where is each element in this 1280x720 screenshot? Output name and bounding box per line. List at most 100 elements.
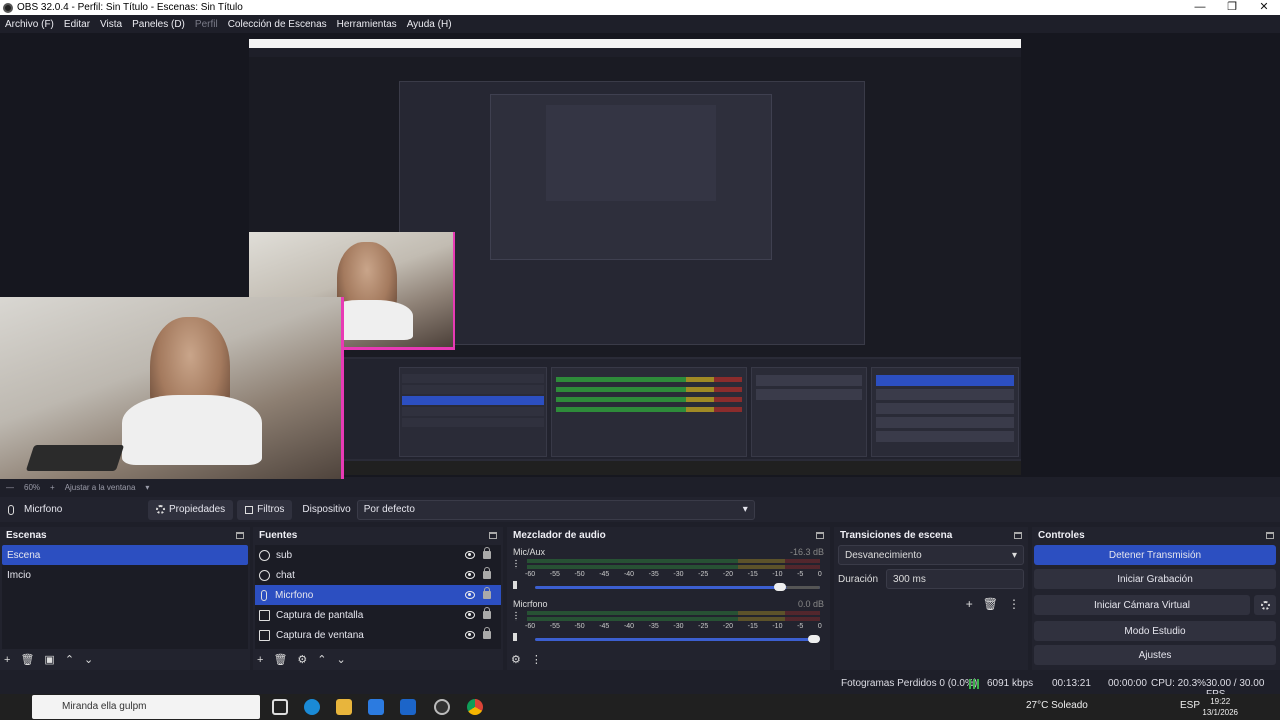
nested-obs-panels xyxy=(249,359,1021,459)
move-scene-down-button[interactable]: ⌄ xyxy=(84,653,93,666)
start-recording-button[interactable]: Iniciar Grabación xyxy=(1034,569,1276,589)
lock-icon[interactable] xyxy=(483,547,491,559)
file-explorer-icon[interactable] xyxy=(336,699,352,715)
selected-source: Micrfono xyxy=(8,504,148,515)
settings-button[interactable]: Ajustes xyxy=(1034,645,1276,665)
add-transition-button[interactable]: + xyxy=(966,597,973,611)
menu-perfil[interactable]: Perfil xyxy=(195,19,218,30)
source-item-sub[interactable]: sub xyxy=(255,545,501,565)
filters-button[interactable]: Filtros xyxy=(237,499,293,520)
channel-menu-icon[interactable] xyxy=(515,559,517,569)
source-label: chat xyxy=(276,569,295,581)
float-dock-icon[interactable] xyxy=(236,531,244,539)
device-select[interactable]: Por defecto ▾ xyxy=(356,499,755,520)
menu-paneles[interactable]: Paneles (D) xyxy=(132,19,185,30)
menu-coleccion-escenas[interactable]: Colección de Escenas xyxy=(228,19,327,30)
source-item-micrfono[interactable]: Micrfono xyxy=(255,585,501,605)
source-item-chat[interactable]: chat xyxy=(255,565,501,585)
volume-slider[interactable] xyxy=(535,583,820,591)
mail-icon[interactable] xyxy=(400,699,416,715)
source-label: sub xyxy=(276,549,293,561)
chrome-icon[interactable] xyxy=(467,699,483,715)
fit-window-button[interactable]: Ajustar a la ventana xyxy=(65,483,136,492)
move-source-up-button[interactable]: ⌃ xyxy=(317,653,326,666)
move-source-down-button[interactable]: ⌄ xyxy=(337,653,346,666)
source-toolbar: Micrfono Propiedades Filtros Dispositivo… xyxy=(0,497,1280,522)
speaker-icon[interactable] xyxy=(513,633,521,641)
add-source-button[interactable]: + xyxy=(257,654,263,666)
lock-icon[interactable] xyxy=(483,627,491,639)
scenes-dock: Escenas Escena Imcio + 🗑 ▣ ⌃ ⌄ xyxy=(0,527,250,670)
clock-time: 19:22 xyxy=(1210,697,1231,706)
chevron-down-icon[interactable]: ▾ xyxy=(145,483,149,492)
source-item-captura-pantalla[interactable]: Captura de pantalla xyxy=(255,605,501,625)
sources-toolbar: + 🗑 ⚙ ⌃ ⌄ xyxy=(257,653,356,667)
taskbar-search[interactable]: Miranda ella gulpm xyxy=(32,695,260,719)
eye-icon[interactable] xyxy=(465,631,475,639)
properties-button[interactable]: Propiedades xyxy=(148,499,234,520)
add-scene-button[interactable]: + xyxy=(4,654,10,666)
taskbar-clock[interactable]: 19:22 13/1/2026 xyxy=(1202,696,1238,718)
nested-taskbar xyxy=(249,461,1021,475)
channel-name: Mic/Aux xyxy=(513,547,546,557)
mixer-menu-button[interactable]: ⋮ xyxy=(531,653,542,666)
stop-streaming-button[interactable]: Detener Transmisión xyxy=(1034,545,1276,565)
sources-dock: Fuentes sub chat Micrfono Captura de pan… xyxy=(253,527,503,670)
start-virtual-camera-button[interactable]: Iniciar Cámara Virtual xyxy=(1034,595,1250,615)
scene-filters-button[interactable]: ▣ xyxy=(44,653,54,666)
remove-transition-button[interactable]: 🗑 xyxy=(983,597,998,611)
menu-editar[interactable]: Editar xyxy=(64,19,90,30)
lock-icon[interactable] xyxy=(483,607,491,619)
eye-icon[interactable] xyxy=(465,571,475,579)
channel-menu-icon[interactable] xyxy=(515,611,517,621)
preview-toolbar: — 60% + Ajustar a la ventana ▾ xyxy=(0,479,1280,495)
studio-mode-button[interactable]: Modo Estudio xyxy=(1034,621,1276,641)
menu-archivo[interactable]: Archivo (F) xyxy=(5,19,54,30)
float-dock-icon[interactable] xyxy=(816,531,824,539)
volume-slider[interactable] xyxy=(535,635,820,643)
menu-herramientas[interactable]: Herramientas xyxy=(337,19,397,30)
minimize-button[interactable]: — xyxy=(1184,0,1216,15)
webcam-overlay-main[interactable] xyxy=(0,297,344,491)
store-icon[interactable] xyxy=(368,699,384,715)
move-scene-up-button[interactable]: ⌃ xyxy=(65,653,74,666)
close-button[interactable]: ✕ xyxy=(1248,0,1280,15)
float-dock-icon[interactable] xyxy=(1266,531,1274,539)
sources-list: sub chat Micrfono Captura de pantalla Ca… xyxy=(255,545,501,649)
menu-ayuda[interactable]: Ayuda (H) xyxy=(407,19,452,30)
duration-input[interactable]: 300 ms xyxy=(886,569,1024,589)
obs-taskbar-icon[interactable] xyxy=(434,699,450,715)
scene-item-escena[interactable]: Escena xyxy=(2,545,248,565)
preview-area[interactable] xyxy=(0,33,1280,491)
float-dock-icon[interactable] xyxy=(489,531,497,539)
scenes-title: Escenas xyxy=(6,529,47,541)
speaker-icon[interactable] xyxy=(513,581,521,589)
db-scale: -60 -55 -50 -45 -40 -35 -30 -25 -20 -15 -10 -5 0 xyxy=(525,623,822,630)
task-view-icon[interactable] xyxy=(272,699,288,715)
menu-vista[interactable]: Vista xyxy=(100,19,122,30)
lock-icon[interactable] xyxy=(483,567,491,579)
zoom-in-button[interactable]: + xyxy=(50,483,55,492)
language-indicator[interactable]: ESP xyxy=(1180,700,1200,711)
eye-icon[interactable] xyxy=(465,611,475,619)
lock-icon[interactable] xyxy=(483,587,491,599)
eye-icon[interactable] xyxy=(465,551,475,559)
source-item-captura-ventana[interactable]: Captura de ventana xyxy=(255,625,501,645)
virtual-camera-settings-button[interactable] xyxy=(1254,595,1276,615)
sources-header: Fuentes xyxy=(253,527,503,543)
filters-label: Filtros xyxy=(257,504,285,515)
zoom-out-button[interactable]: — xyxy=(6,483,14,492)
menu-bar: Archivo (F) Editar Vista Paneles (D) Per… xyxy=(0,15,1280,33)
float-dock-icon[interactable] xyxy=(1014,531,1022,539)
transition-menu-button[interactable]: ⋮ xyxy=(1008,597,1020,611)
source-properties-button[interactable]: ⚙ xyxy=(297,653,307,666)
edge-icon[interactable] xyxy=(304,699,320,715)
transition-type-select[interactable]: Desvanecimiento ▾ xyxy=(838,545,1024,565)
mixer-settings-button[interactable]: ⚙ xyxy=(511,653,521,666)
weather-widget[interactable]: 27°C Soleado xyxy=(1026,700,1088,711)
scene-item-imcio[interactable]: Imcio xyxy=(2,565,248,585)
restore-button[interactable]: ❐ xyxy=(1216,0,1248,15)
remove-scene-button[interactable]: 🗑 xyxy=(20,653,34,666)
remove-source-button[interactable]: 🗑 xyxy=(273,653,287,666)
eye-icon[interactable] xyxy=(465,591,475,599)
